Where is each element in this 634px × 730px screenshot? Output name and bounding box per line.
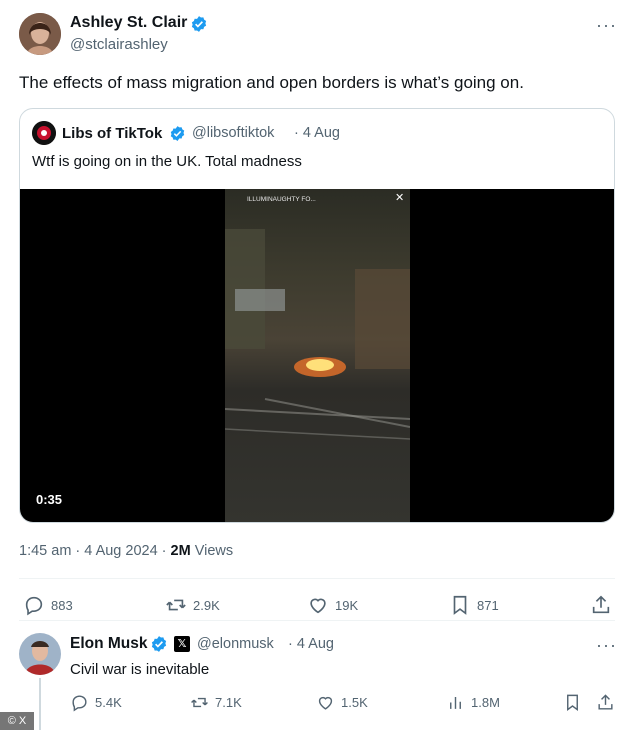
reply-verified-badge-icon [150, 635, 168, 658]
author-name[interactable]: Ashley St. Clair [70, 14, 187, 32]
reply-reply-icon [72, 695, 87, 712]
divider-bottom [19, 620, 615, 621]
quoted-date: · 4 Aug [294, 125, 340, 141]
video-overlay-label: ILLUMINAUGHTY FO... [247, 196, 316, 203]
quoted-author-handle: @libsoftiktok [192, 125, 275, 141]
tweet-text: The effects of mass migration and open b… [19, 73, 524, 92]
reply-share-button[interactable] [596, 693, 615, 712]
views-label: Views [194, 543, 234, 559]
reply-avatar-photo-icon [19, 633, 61, 675]
reply-author-handle[interactable]: @elonmusk [197, 636, 274, 652]
share-icon [592, 595, 610, 614]
reply-repost-button[interactable]: 7.1K [190, 693, 242, 712]
like-icon [310, 598, 326, 614]
video-duration: 0:35 [36, 492, 63, 507]
reply-bookmark-icon [567, 694, 578, 712]
tweet-timestamp[interactable]: 1:45 am · 4 Aug 2024 · 2M Views [19, 543, 233, 559]
bookmark-icon [453, 595, 467, 615]
repost-icon [166, 599, 186, 611]
reply-views-count: 1.8M [471, 695, 500, 710]
video-frame: ILLUMINAUGHTY FO... ✕ [225, 189, 410, 522]
reply-button[interactable]: 883 [23, 594, 73, 616]
timestamp-text: 1:45 am · 4 Aug 2024 · [19, 543, 167, 559]
reply-views-button[interactable]: 1.8M [446, 693, 500, 712]
reply-repost-count: 7.1K [215, 695, 242, 710]
share-button[interactable] [590, 594, 612, 616]
thread-line [39, 678, 41, 730]
quoted-verified-badge-icon [169, 125, 186, 147]
reply-repost-icon [191, 697, 208, 708]
bookmark-button[interactable]: 871 [449, 594, 499, 616]
libs-logo-icon [32, 121, 56, 145]
quoted-author-name: Libs of TikTok [62, 125, 163, 142]
quoted-author-avatar [32, 121, 56, 145]
video-overlay-close-icon: ✕ [395, 192, 405, 204]
author-avatar[interactable] [19, 13, 61, 55]
quoted-tweet-card[interactable]: Libs of TikTok @libsoftiktok · 4 Aug Wtf… [19, 108, 615, 523]
verified-badge-icon [190, 15, 208, 38]
reply-count: 883 [51, 597, 73, 613]
street-scene-icon [225, 229, 410, 440]
bookmark-count: 871 [477, 597, 499, 613]
author-handle[interactable]: @stclairashley [70, 36, 168, 53]
reply-bookmark-button[interactable] [563, 693, 582, 712]
reply-reply-button[interactable]: 5.4K [70, 693, 122, 712]
reply-like-count: 1.5K [341, 695, 368, 710]
divider-top [19, 578, 615, 579]
copyright-watermark: © X [0, 712, 34, 730]
reply-date: · 4 Aug [288, 636, 334, 652]
quoted-text: Wtf is going on in the UK. Total madness [32, 153, 302, 170]
reply-text: Civil war is inevitable [70, 661, 210, 678]
reply-icon [25, 596, 43, 616]
views-chart-icon [450, 696, 461, 709]
video-player[interactable]: ILLUMINAUGHTY FO... ✕ 0:35 [20, 189, 614, 522]
views-count: 2M [170, 543, 191, 559]
repost-button[interactable]: 2.9K [165, 594, 220, 616]
reply-author-avatar[interactable] [19, 633, 61, 675]
reply-like-icon [318, 696, 333, 710]
reply-share-icon [598, 694, 613, 710]
x-affiliate-logo-icon: 𝕏 [174, 636, 190, 652]
reply-author-name[interactable]: Elon Musk [70, 635, 148, 653]
avatar-photo-icon [19, 13, 61, 55]
reply-more-options-icon[interactable]: ··· [596, 636, 617, 654]
reply-like-button[interactable]: 1.5K [316, 693, 368, 712]
like-count: 19K [335, 597, 359, 613]
more-options-icon[interactable]: ··· [596, 16, 617, 34]
reply-reply-count: 5.4K [95, 695, 122, 710]
repost-count: 2.9K [193, 597, 220, 613]
like-button[interactable]: 19K [307, 594, 358, 616]
